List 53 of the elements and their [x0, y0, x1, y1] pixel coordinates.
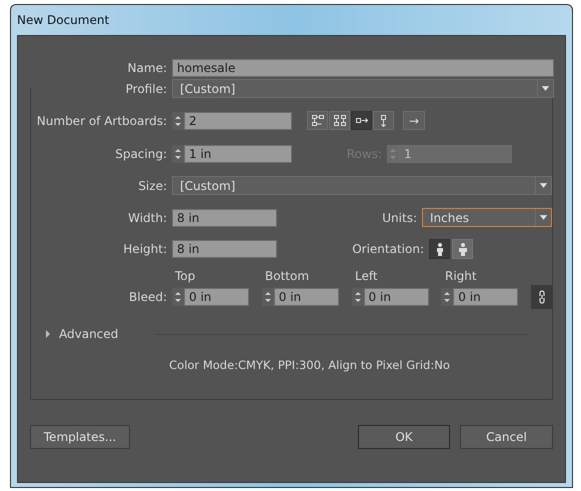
artboard-layout-button[interactable] — [373, 111, 394, 130]
stepper-icon[interactable] — [172, 145, 184, 163]
field-label: Profile: — [124, 80, 168, 98]
dialog-button[interactable]: OK — [358, 425, 450, 449]
bleed-heading: Top — [174, 268, 196, 285]
advanced-toggle[interactable]: Advanced — [45, 325, 118, 343]
dropdown[interactable]: [Custom] — [172, 176, 552, 195]
text-field[interactable]: 8 in — [172, 240, 277, 258]
stepper-icon[interactable] — [172, 112, 184, 130]
field-label: Orientation: — [351, 241, 425, 258]
field-label: Spacing: — [114, 146, 168, 163]
dropdown[interactable]: [Custom] — [172, 79, 554, 98]
text-field[interactable]: 0 in — [184, 288, 249, 306]
text-field[interactable]: 2 — [184, 112, 292, 130]
stepper-icon[interactable] — [441, 288, 454, 306]
disclosure-triangle-icon — [45, 330, 51, 338]
dialog-button[interactable]: Cancel — [460, 425, 553, 449]
text-field[interactable]: 1 in — [184, 145, 292, 163]
text-field[interactable]: 8 in — [172, 208, 277, 226]
bleed-heading: Right — [444, 268, 478, 285]
bleed-heading: Bottom — [264, 268, 310, 285]
artboard-layout-icon — [381, 114, 386, 126]
artboard-layout-icon — [334, 115, 346, 126]
text-field[interactable]: 0 in — [364, 288, 429, 306]
portrait-button[interactable] — [429, 239, 450, 259]
direction-button[interactable]: → — [403, 111, 425, 130]
field-label: Bleed: — [128, 289, 168, 306]
window-title: New Document — [17, 12, 110, 29]
document-info-text: Color Mode:CMYK, PPI:300, Align to Pixel Grid:No — [169, 357, 450, 374]
bleed-heading: Left — [354, 268, 379, 285]
field-label: Name: — [126, 60, 168, 77]
text-field[interactable]: homesale — [172, 59, 554, 77]
text-field[interactable]: 0 in — [453, 288, 518, 306]
dropdown[interactable]: Inches — [422, 208, 552, 227]
stepper-icon[interactable] — [352, 288, 364, 306]
artboard-layout-button[interactable] — [351, 111, 372, 130]
field-label: Width: — [127, 210, 168, 226]
field-label: Height: — [122, 241, 168, 258]
field-label: Size: — [137, 178, 168, 194]
artboard-layout-icon — [312, 115, 324, 126]
chain-link-icon — [538, 290, 546, 304]
stepper-icon[interactable] — [262, 288, 274, 306]
field-label: Units: — [381, 210, 418, 226]
field-label: Number of Artboards: — [36, 112, 168, 130]
person-icon — [456, 242, 468, 256]
dialog-button[interactable]: Templates... — [30, 425, 130, 449]
artboard-layout-button[interactable] — [329, 111, 350, 130]
artboard-layout-button[interactable] — [307, 111, 328, 130]
link-button[interactable] — [531, 285, 552, 309]
artboard-layout-icon — [356, 118, 368, 123]
stepper-icon[interactable] — [172, 288, 184, 306]
landscape-button[interactable] — [452, 239, 473, 259]
text-field[interactable]: 0 in — [274, 288, 339, 306]
